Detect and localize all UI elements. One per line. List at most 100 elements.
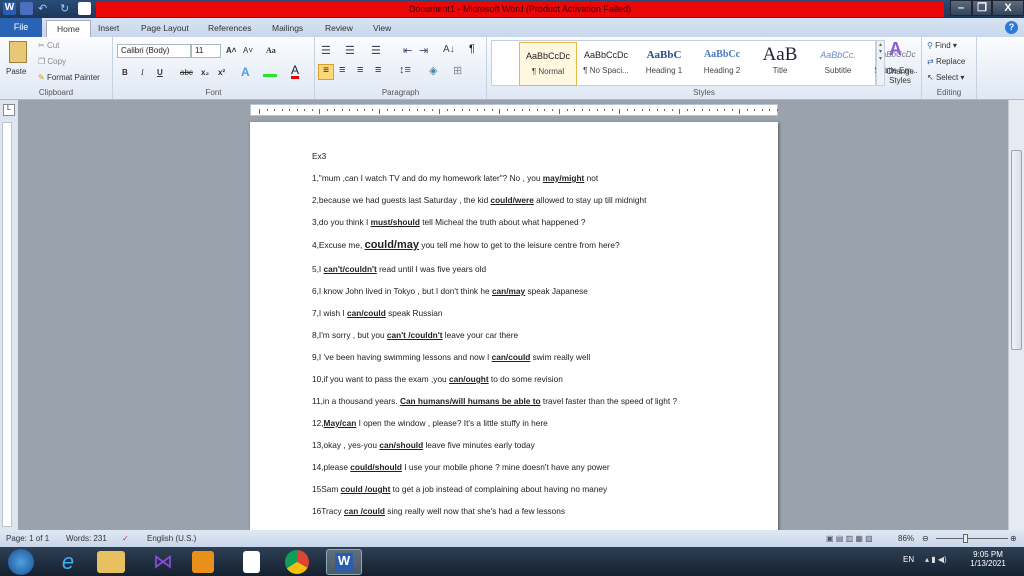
cut-button[interactable]: ✂ Cut (38, 41, 59, 50)
bullets-icon[interactable]: ☰ (321, 44, 331, 57)
multilevel-list-icon[interactable]: ☰ (371, 44, 381, 57)
tray-icons[interactable]: ▴ ▮ ◀) (925, 555, 947, 564)
cut-label: Cut (46, 41, 60, 50)
align-right-button[interactable]: ≡ (357, 64, 363, 76)
tab-view[interactable]: View (363, 20, 401, 37)
align-center-button[interactable]: ≡ (339, 64, 345, 76)
zoom-slider[interactable] (936, 538, 1008, 539)
word-taskbar-button[interactable]: W (326, 549, 362, 575)
strikethrough-button[interactable]: abc (180, 68, 193, 77)
paste-button[interactable]: Paste (6, 67, 26, 76)
find-button[interactable]: ⚲ Find ▾ (927, 41, 957, 50)
word-logo-icon[interactable]: W (3, 2, 16, 15)
redo-icon[interactable]: ↻ (60, 2, 73, 15)
style-subtitle[interactable]: AaBbCc. Subtitle (809, 42, 867, 86)
tab-page-layout[interactable]: Page Layout (131, 20, 199, 37)
document-page[interactable]: Ex3 1,"mum ,can I watch TV and do my hom… (250, 122, 778, 532)
tab-selector[interactable]: L (3, 104, 15, 116)
tab-references[interactable]: References (198, 20, 261, 37)
tab-review[interactable]: Review (315, 20, 363, 37)
numbering-icon[interactable]: ☰ (345, 44, 355, 57)
ruler-tick (551, 109, 553, 111)
text-effects-icon[interactable]: A (241, 65, 250, 79)
grow-font-button[interactable]: A˄ (226, 46, 236, 55)
view-buttons[interactable]: ▣ ▤ ▥ ▦ ▧ (826, 530, 873, 547)
tab-home[interactable]: Home (46, 20, 91, 37)
tab-file[interactable]: File (0, 18, 42, 37)
select-button[interactable]: ↖ Select ▾ (927, 73, 964, 82)
answer-choice: can/could (491, 352, 531, 362)
replace-button[interactable]: ⇄ Replace (927, 57, 965, 66)
shading-icon[interactable]: ◈ (429, 64, 437, 77)
chrome-icon[interactable] (285, 550, 309, 574)
shrink-font-button[interactable]: A˅ (243, 46, 253, 55)
style-heading-1[interactable]: AaBbC Heading 1 (635, 42, 693, 86)
internet-explorer-icon[interactable]: e (50, 549, 86, 575)
file-explorer-icon[interactable] (97, 551, 125, 573)
word-count[interactable]: Words: 231 (66, 530, 107, 547)
bold-button[interactable]: B (122, 68, 128, 77)
style-title[interactable]: AaB Title (751, 42, 809, 86)
decrease-indent-icon[interactable]: ⇤ (403, 44, 412, 57)
page-count[interactable]: Page: 1 of 1 (6, 530, 49, 547)
input-language[interactable]: EN (903, 555, 914, 564)
select-label: Select (935, 73, 959, 82)
font-name-select[interactable]: Calibri (Body) (117, 44, 191, 58)
minimize-button[interactable]: – (950, 0, 972, 16)
style-normal[interactable]: AaBbCcDc ¶ Normal (519, 42, 577, 86)
exercise-line: 14,please could/should I use your mobile… (312, 462, 610, 472)
format-painter-button[interactable]: ✎ Format Painter (38, 73, 100, 82)
sort-icon[interactable]: A↓ (443, 44, 455, 55)
blank-file-icon[interactable] (243, 551, 260, 573)
copy-button[interactable]: ❐ Copy (38, 57, 66, 66)
style-heading-2[interactable]: AaBbCc Heading 2 (693, 42, 751, 86)
ruler-tick (484, 109, 485, 111)
restore-button[interactable]: ❐ (972, 0, 992, 16)
sentence-text: to do some revision (488, 374, 563, 384)
ruler-tick (386, 109, 388, 111)
undo-icon[interactable]: ↶ (38, 2, 51, 15)
close-button[interactable]: X (992, 0, 1024, 16)
change-case-button[interactable]: Aa (266, 46, 276, 55)
tab-insert[interactable]: Insert (88, 20, 129, 37)
zoom-level[interactable]: 86% (898, 530, 914, 547)
increase-indent-icon[interactable]: ⇥ (419, 44, 428, 57)
show-formatting-button[interactable]: ¶ (469, 43, 475, 55)
horizontal-ruler[interactable] (250, 104, 778, 116)
language[interactable]: English (U.S.) (147, 530, 196, 547)
zoom-out-button[interactable]: ⊖ (922, 530, 929, 547)
proofing-icon[interactable]: ✓ (122, 530, 129, 547)
underline-button[interactable]: U (157, 68, 163, 77)
answer-choice: can /could (343, 506, 385, 516)
zoom-slider-thumb[interactable] (963, 534, 968, 543)
font-size-select[interactable]: 11 (191, 44, 221, 58)
highlight-color-icon[interactable] (263, 67, 277, 77)
tab-mailings[interactable]: Mailings (262, 20, 313, 37)
visual-studio-icon[interactable]: ⋈ (145, 549, 181, 575)
style-no-spaci[interactable]: AaBbCcDc ¶ No Spaci... (577, 42, 635, 86)
align-left-button[interactable]: ≡ (318, 64, 334, 80)
zoom-in-button[interactable]: ⊕ (1010, 530, 1017, 547)
subscript-button[interactable]: x₂ (201, 68, 209, 77)
clock[interactable]: 9:05 PM 1/13/2021 (968, 550, 1008, 568)
media-player-icon[interactable] (192, 551, 214, 573)
superscript-button[interactable]: x² (218, 68, 225, 77)
change-styles-button[interactable]: Change Styles (883, 67, 917, 85)
justify-button[interactable]: ≡ (375, 64, 381, 76)
style-sample: AaBbCcDc (583, 50, 628, 60)
sentence-text: not (584, 173, 599, 183)
start-button[interactable] (8, 549, 34, 575)
ribbon-tabs: Home Insert Page Layout References Maili… (0, 18, 1024, 37)
ruler-tick (319, 109, 320, 114)
italic-button[interactable]: I (141, 68, 144, 77)
save-icon[interactable] (20, 2, 33, 15)
new-document-icon[interactable] (78, 2, 91, 15)
word-icon: W (335, 553, 353, 571)
help-button[interactable]: ? (1005, 21, 1018, 34)
line-spacing-icon[interactable]: ↕≡ (399, 64, 411, 76)
borders-icon[interactable]: ⊞ (453, 64, 462, 77)
exercise-line: 8,I'm sorry , but you can't /couldn't le… (312, 330, 518, 340)
ruler-tick (626, 109, 628, 111)
scrollbar-thumb[interactable] (1011, 150, 1022, 350)
font-color-icon[interactable]: A (291, 64, 300, 79)
